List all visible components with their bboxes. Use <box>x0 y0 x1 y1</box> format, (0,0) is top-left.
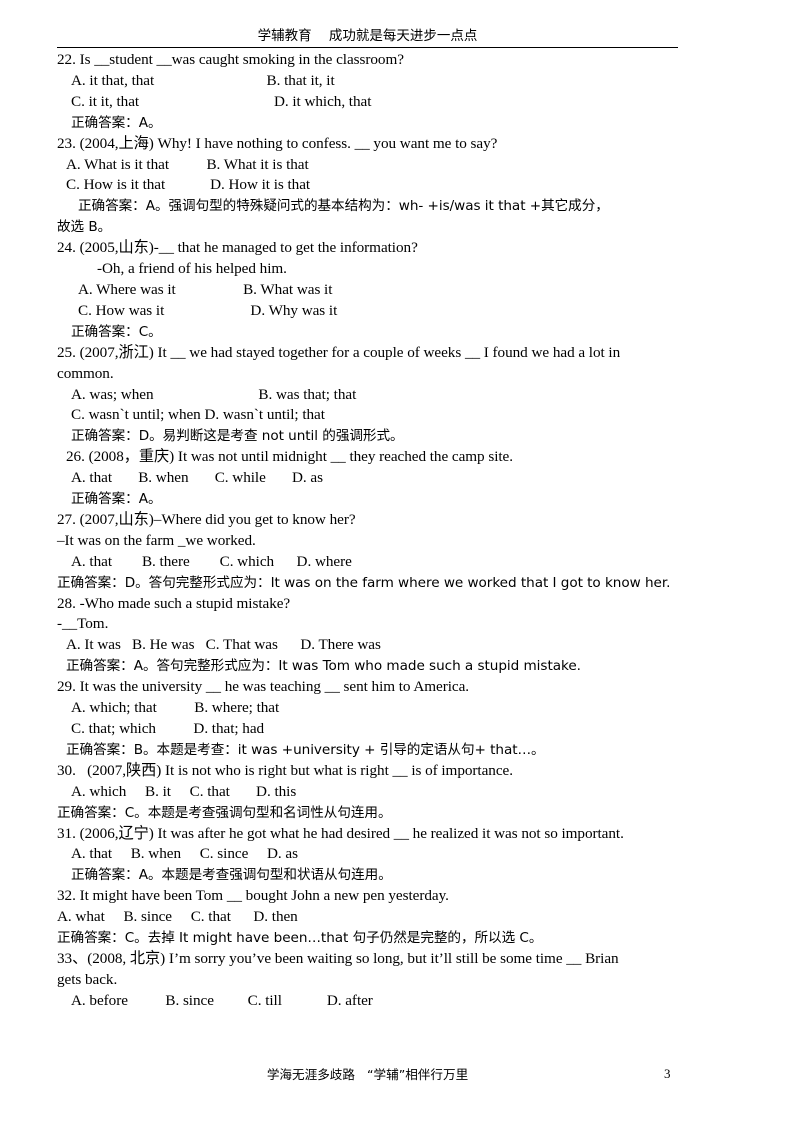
question-27-reply: –It was on the farm _we worked. <box>57 531 256 549</box>
question-24-answer: 正确答案：C。 <box>71 323 162 340</box>
question-31-stem: 31. (2006,辽宁) It was after he got what h… <box>57 824 624 842</box>
question-26-answer: 正确答案：A。 <box>71 491 162 508</box>
question-29-answer: 正确答案：B。本题是考查：it was +university + 引导的定语从… <box>66 741 545 758</box>
question-24-stem: 24. (2005,山东)-__ that he managed to get … <box>57 239 418 257</box>
question-24-options-2: C. How was it D. Why was it <box>78 301 338 319</box>
document-page: 学辅教育 成功就是每天进步一点点 22. Is __student __was … <box>0 0 794 1123</box>
question-30-options-1: A. which B. it C. that D. this <box>71 782 297 800</box>
page-footer: 学海无涯多歧路 “学辅”相伴行万里 <box>266 1067 469 1082</box>
question-26-stem: 26. (2008，重庆) It was not until midnight … <box>66 448 513 466</box>
question-23-answer-line-1: 正确答案：A。强调句型的特殊疑问式的基本结构为：wh- +is/was it t… <box>78 198 609 215</box>
document-body: 22. Is __student __was caught smoking in… <box>57 50 682 1012</box>
question-30-stem: 30. (2007,陕西) It is not who is right but… <box>57 761 513 779</box>
question-28-options-1: A. It was B. He was C. That was D. There… <box>66 636 381 654</box>
question-32-options-1: A. what B. since C. that D. then <box>57 908 298 926</box>
page-header: 学辅教育 成功就是每天进步一点点 <box>257 28 478 44</box>
question-27-options-1: A. that B. there C. which D. where <box>71 552 352 570</box>
question-29-stem: 29. It was the university __ he was teac… <box>57 678 470 696</box>
page-number: 3 <box>664 1066 671 1081</box>
question-25-answer: 正确答案：D。易判断这是考查 not until 的强调形式。 <box>71 428 404 445</box>
question-22-options-1: A. it that, that B. that it, it <box>71 71 335 89</box>
question-22-stem: 22. Is __student __was caught smoking in… <box>57 51 404 68</box>
question-22-options-2: C. it it, that D. it which, that <box>71 92 372 110</box>
header-divider <box>57 47 678 48</box>
question-32-answer: 正确答案：C。去掉 It might have been…that 句子仍然是完… <box>57 930 543 947</box>
question-26-options-1: A. that B. when C. while D. as <box>71 469 323 487</box>
question-25-options-2: C. wasn`t until; when D. wasn`t until; t… <box>71 406 325 424</box>
question-29-options-1: A. which; that B. where; that <box>71 699 280 717</box>
question-33-stem-line-2: gets back. <box>57 970 118 988</box>
question-29-options-2: C. that; which D. that; had <box>71 720 265 737</box>
question-32-stem: 32. It might have been Tom __ bought Joh… <box>57 887 449 905</box>
question-31-options-1: A. that B. when C. since D. as <box>71 845 298 863</box>
question-25-stem-line-1: 25. (2007,浙江) It __ we had stayed togeth… <box>57 343 621 361</box>
question-28-answer: 正确答案：A。答句完整形式应为：It was Tom who made such… <box>66 658 581 675</box>
question-25-options-1: A. was; when B. was that; that <box>71 385 357 403</box>
question-33-stem-line-1: 33、(2008, 北京) I’m sorry you’ve been wait… <box>57 949 619 967</box>
question-24-options-1: A. Where was it B. What was it <box>78 280 333 298</box>
question-28-reply: -__Tom. <box>57 615 109 633</box>
question-30-answer: 正确答案：C。本题是考查强调句型和名词性从句连用。 <box>57 804 392 821</box>
question-23-options-2: C. How is it that D. How it is that <box>66 176 311 194</box>
question-33-options-1: A. before B. since C. till D. after <box>71 991 373 1009</box>
question-31-answer: 正确答案：A。本题是考查强调句型和状语从句连用。 <box>71 867 392 884</box>
question-22-answer: 正确答案：A。 <box>71 114 162 131</box>
question-27-answer: 正确答案：D。答句完整形式应为：It was on the farm where… <box>57 574 671 591</box>
question-28-stem: 28. -Who made such a stupid mistake? <box>57 594 291 612</box>
question-24-reply: -Oh, a friend of his helped him. <box>97 260 287 278</box>
question-23-options-1: A. What is it that B. What it is that <box>66 155 309 173</box>
question-23-answer-line-2: 故选 B。 <box>57 219 112 236</box>
question-25-stem-line-2: common. <box>57 364 114 382</box>
question-27-stem: 27. (2007,山东)–Where did you get to know … <box>57 510 356 528</box>
question-23-stem: 23. (2004,上海) Why! I have nothing to con… <box>57 134 498 152</box>
